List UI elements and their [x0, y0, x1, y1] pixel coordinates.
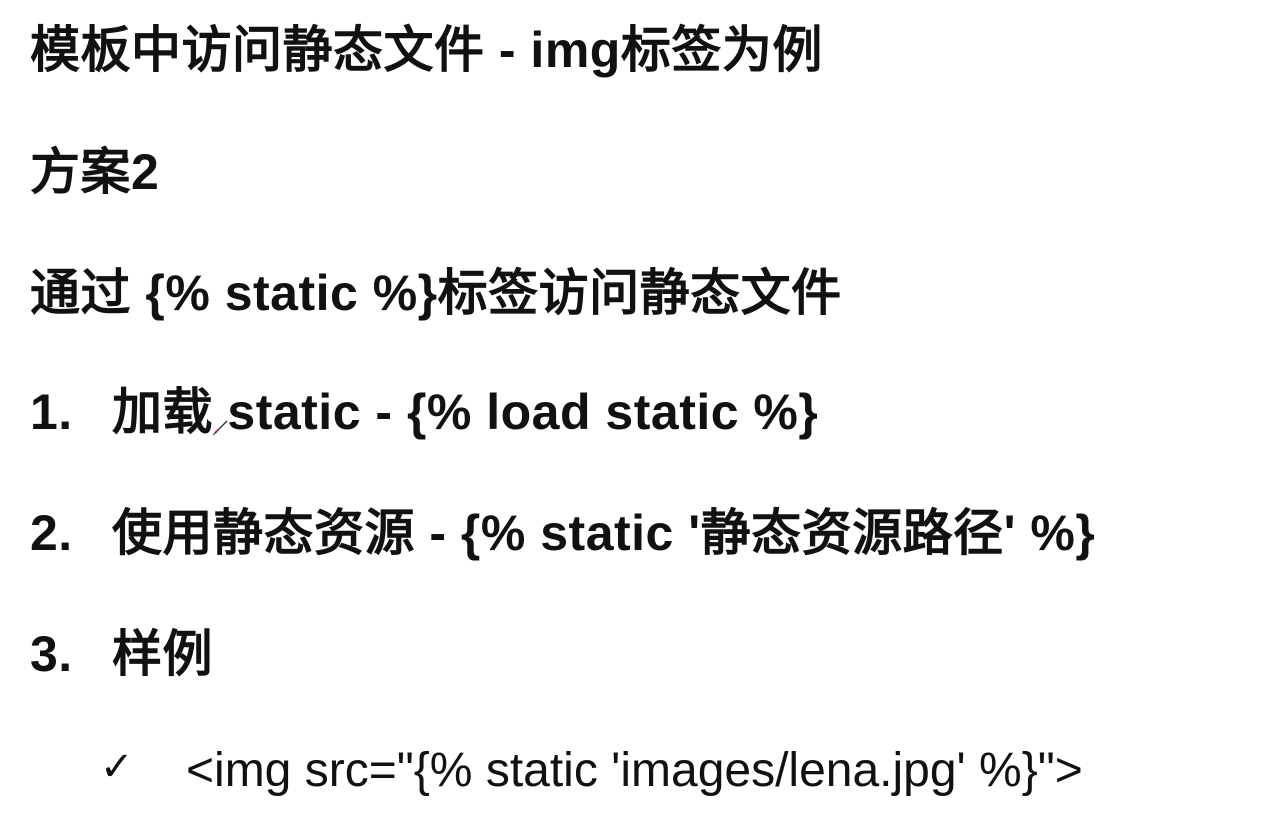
list-item-text: 使用静态资源 - {% static '静态资源路径' %}: [112, 505, 1096, 561]
list-item-number: 1.: [30, 384, 73, 440]
example-line: ✓ <img src="{% static 'images/lena.jpg' %…: [100, 738, 1083, 800]
list-item: 1. 加载 static - {% load static %}: [30, 382, 818, 442]
list-item-number: 3.: [30, 626, 73, 682]
plan-heading: 方案2: [30, 144, 160, 200]
list-item: 3. 样例: [30, 624, 213, 684]
list-item: 2. 使用静态资源 - {% static '静态资源路径' %}: [30, 503, 1095, 563]
list-item-number: 2.: [30, 505, 73, 561]
pen-cursor-icon: [212, 420, 228, 436]
intro-text: 通过 {% static %}标签访问静态文件: [30, 265, 842, 321]
list-item-text: 样例: [112, 626, 213, 682]
example-code: <img src="{% static 'images/lena.jpg' %}…: [186, 744, 1083, 797]
slide-title: 模板中访问静态文件 - img标签为例: [30, 22, 823, 78]
slide: 模板中访问静态文件 - img标签为例 方案2 通过 {% static %}标…: [0, 0, 1274, 825]
checkmark-icon: ✓: [100, 745, 134, 789]
